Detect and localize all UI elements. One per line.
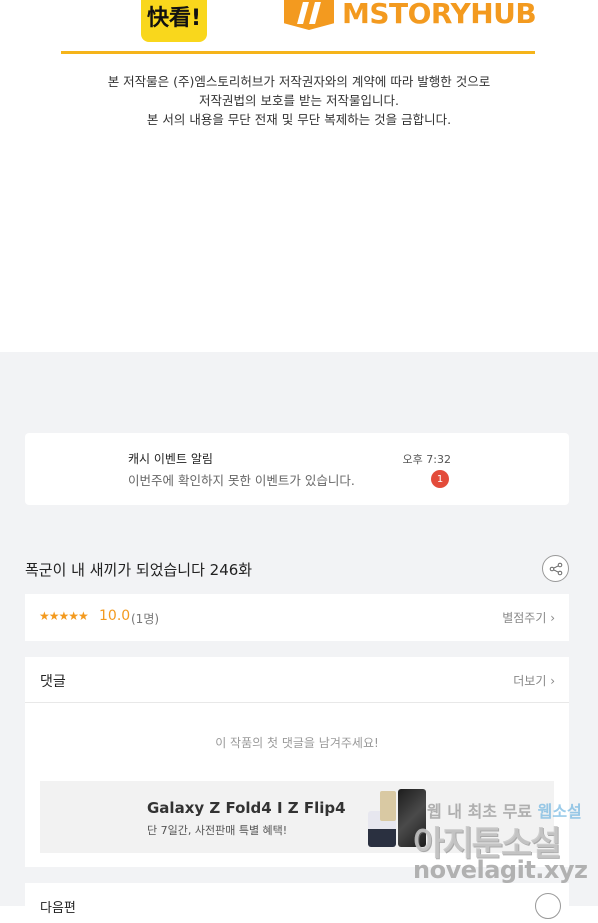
comments-title: 댓글 — [40, 674, 66, 690]
episode-title: 폭군이 내 새끼가 되었습니다 246화 — [25, 561, 253, 579]
comments-section: 댓글 더보기 › 이 작품의 첫 댓글을 남겨주세요! Galaxy Z Fol… — [25, 657, 569, 867]
ad-title: Galaxy Z Fold4 I Z Flip4 — [147, 799, 346, 817]
notification-time: 오후 7:32 — [402, 453, 451, 466]
fold-phone-image — [398, 789, 426, 847]
copyright-line: 본 서의 내용을 무단 전재 및 무단 복제하는 것을 금합니다. — [146, 112, 452, 127]
copyright-line: 본 저작물은 (주)엠스토리허브가 저작권자와의 계약에 따라 발행한 것으로 — [107, 74, 491, 89]
rating-count: (1명) — [131, 612, 160, 626]
next-episode-bar[interactable]: 다음편 — [25, 883, 569, 923]
rating-score: 10.0 — [99, 608, 131, 624]
content-top: 快看! MSTORYHUB 본 저작물은 (주)엠스토리허브가 저작권자와의 계… — [0, 0, 598, 352]
star-rating-icons: ★★★★★ — [39, 609, 89, 623]
galaxy-ad-banner[interactable]: Galaxy Z Fold4 I Z Flip4 단 7일간, 사전판매 특별 … — [40, 781, 554, 853]
notification-message: 이번주에 확인하지 못한 이벤트가 있습니다. — [128, 473, 355, 488]
cash-event-notification[interactable]: 캐시 이벤트 알림 이번주에 확인하지 못한 이벤트가 있습니다. 오후 7:3… — [25, 433, 569, 505]
kuaikan-logo: 快看! — [141, 0, 207, 42]
more-comments-button[interactable]: 더보기 › — [513, 672, 555, 689]
mstoryhub-logo-mark — [284, 0, 334, 30]
mstoryhub-logo: MSTORYHUB — [284, 0, 537, 30]
copyright-notice: 본 저작물은 (주)엠스토리허브가 저작권자와의 계약에 따라 발행한 것으로 … — [0, 72, 598, 129]
empty-comments-message: 이 작품의 첫 댓글을 남겨주세요! — [215, 736, 379, 750]
rate-button[interactable]: 별점주기 › — [502, 609, 555, 626]
divider — [61, 51, 535, 54]
fold-phone-cover-image — [380, 791, 396, 821]
share-button[interactable] — [542, 555, 569, 582]
ad-subtitle: 단 7일간, 사전판매 특별 혜택! — [147, 824, 288, 837]
next-episode-icon[interactable] — [535, 893, 561, 919]
notification-badge: 1 — [431, 470, 449, 488]
copyright-line: 저작권법의 보호를 받는 저작물입니다. — [199, 93, 399, 108]
comments-header: 댓글 더보기 › — [25, 657, 569, 703]
notification-title: 캐시 이벤트 알림 — [128, 452, 213, 466]
mstoryhub-logo-text: MSTORYHUB — [342, 0, 537, 30]
share-icon — [549, 562, 562, 575]
rating-bar: ★★★★★ 10.0 (1명) 별점주기 › — [25, 594, 569, 641]
next-episode-label: 다음편 — [40, 901, 76, 916]
